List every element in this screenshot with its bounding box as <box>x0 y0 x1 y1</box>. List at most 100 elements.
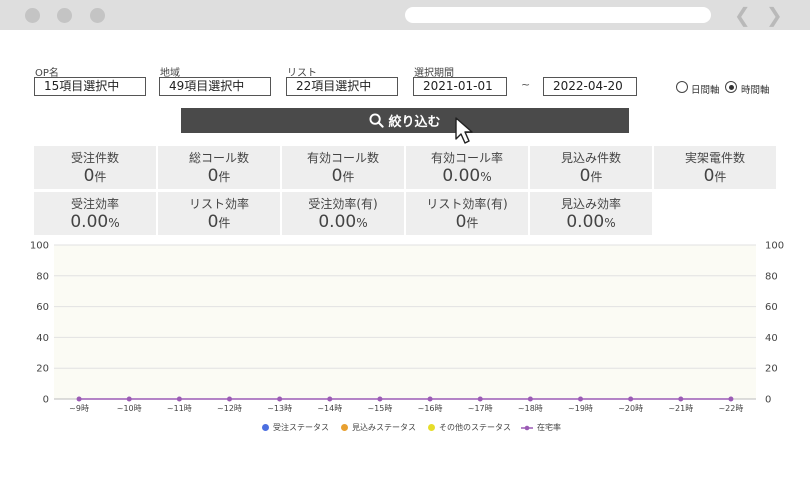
stat-label: 総コール数 <box>188 151 249 165</box>
line-point <box>427 396 433 402</box>
stat-value: 0件 <box>158 166 280 187</box>
stat-label: 有効コール数 <box>306 151 379 165</box>
stat-tile: 受注効率(有) 0.00% <box>282 192 404 235</box>
stat-unit: 件 <box>466 216 479 230</box>
line-point <box>527 396 533 402</box>
stat-value: 0.00% <box>34 212 156 233</box>
stat-tile: 総コール数 0件 <box>158 146 280 189</box>
legend-swatch-icon <box>341 424 348 431</box>
stat-unit: % <box>356 216 368 230</box>
op-filter-select[interactable]: 15項目選択中 <box>34 77 146 96</box>
line-point <box>227 396 232 402</box>
hourly-chart: 0 0 20 20 40 40 60 60 80 80 100 100 ~9時 ~10時 ~11時 ~12時 ~… <box>30 241 784 414</box>
back-chevron-icon[interactable]: ❮ <box>734 3 751 27</box>
legend-swatch-icon <box>428 424 435 431</box>
y2-tick-label: 80 <box>765 271 778 282</box>
app-window: ❮ ❯ OP名 15項目選択中 地域 49項目選択中 リスト 22項目選択中 選… <box>0 0 810 485</box>
region-filter-select[interactable]: 49項目選択中 <box>159 77 271 96</box>
x-tick-label: ~22時 <box>718 404 743 413</box>
stat-value: 0.00% <box>530 212 652 233</box>
x-tick-label: ~16時 <box>418 404 443 413</box>
mouse-cursor-icon <box>455 117 473 144</box>
stat-tile: 有効コール数 0件 <box>282 146 404 189</box>
stat-number: 0 <box>703 166 715 186</box>
stat-unit: 件 <box>218 170 231 184</box>
y2-tick-label: 100 <box>765 241 784 252</box>
period-start-input[interactable]: 2021-01-01 <box>413 77 507 96</box>
stat-tile: 受注件数 0件 <box>34 146 156 189</box>
stat-unit: 件 <box>714 170 727 184</box>
address-bar[interactable] <box>405 7 711 23</box>
legend-line-icon <box>521 425 533 430</box>
line-point <box>126 396 132 402</box>
stat-value: 0件 <box>158 212 280 233</box>
stat-tile: 受注効率 0.00% <box>34 192 156 235</box>
stat-unit: % <box>108 216 120 230</box>
stat-unit: 件 <box>94 170 107 184</box>
stat-value: 0件 <box>34 166 156 187</box>
legend-label: 見込みステータス <box>352 423 416 432</box>
stat-label: 見込み効率 <box>560 197 621 211</box>
line-point <box>327 396 333 402</box>
stat-number: 0.00 <box>442 166 481 186</box>
stat-label: リスト効率 <box>188 197 249 211</box>
legend-item[interactable]: 見込みステータス <box>341 422 416 433</box>
y-tick-label: 80 <box>36 271 49 282</box>
y-tick-label: 0 <box>43 395 49 406</box>
browser-titlebar: ❮ ❯ <box>0 0 810 30</box>
list-filter-select[interactable]: 22項目選択中 <box>286 77 398 96</box>
period-separator: ~ <box>521 78 531 91</box>
x-tick-label: ~18時 <box>518 404 543 413</box>
window-dot-icon[interactable] <box>25 8 40 23</box>
line-point <box>578 396 583 402</box>
x-tick-label: ~17時 <box>468 404 493 413</box>
stat-unit: % <box>604 216 616 230</box>
radio-daily[interactable] <box>676 81 688 93</box>
forward-chevron-icon[interactable]: ❯ <box>766 3 783 27</box>
line-point <box>377 396 383 402</box>
line-point <box>628 396 634 402</box>
legend-item[interactable]: 在宅率 <box>521 422 561 433</box>
window-dot-icon[interactable] <box>57 8 72 23</box>
y-tick-label: 100 <box>30 241 49 252</box>
line-point <box>277 396 283 402</box>
stat-tile: リスト効率 0件 <box>158 192 280 235</box>
period-end-input[interactable]: 2022-04-20 <box>543 77 637 96</box>
stat-unit: 件 <box>342 170 355 184</box>
stat-label: 有効コール率 <box>430 151 503 165</box>
x-tick-label: ~20時 <box>618 404 643 413</box>
line-point <box>477 396 483 402</box>
stat-unit: 件 <box>590 170 603 184</box>
stat-label: 実架電件数 <box>684 151 745 165</box>
stat-unit: % <box>480 170 492 184</box>
stat-tile: 実架電件数 0件 <box>654 146 776 189</box>
filter-search-button[interactable]: 絞り込む <box>181 108 629 133</box>
stat-label: リスト効率(有) <box>426 197 508 211</box>
legend-item[interactable]: その他のステータス <box>428 422 511 433</box>
stat-number: 0 <box>83 166 95 186</box>
legend-label: その他のステータス <box>439 423 511 432</box>
legend-item[interactable]: 受注ステータス <box>262 422 329 433</box>
line-point <box>728 396 734 402</box>
window-dot-icon[interactable] <box>90 8 105 23</box>
x-tick-label: ~10時 <box>117 404 142 413</box>
stat-tile: 有効コール率 0.00% <box>406 146 528 189</box>
x-tick-label: ~14時 <box>317 404 342 413</box>
line-point <box>76 396 82 402</box>
legend-label: 受注ステータス <box>273 423 329 432</box>
x-tick-label: ~19時 <box>568 404 593 413</box>
x-tick-label: ~11時 <box>167 404 192 413</box>
legend-swatch-icon <box>262 424 269 431</box>
line-point <box>678 396 684 402</box>
radio-daily-label: 日間軸 <box>691 85 720 96</box>
stat-label: 見込み件数 <box>560 151 621 165</box>
stat-value: 0件 <box>282 166 404 187</box>
x-tick-label: ~13時 <box>267 404 292 413</box>
stat-tile: リスト効率(有) 0件 <box>406 192 528 235</box>
stat-value: 0.00% <box>406 166 528 187</box>
stat-value: 0件 <box>406 212 528 233</box>
x-tick-label: ~9時 <box>69 404 89 413</box>
y2-tick-label: 20 <box>765 364 778 375</box>
stat-number: 0.00 <box>566 212 605 232</box>
radio-hourly[interactable] <box>725 81 737 93</box>
